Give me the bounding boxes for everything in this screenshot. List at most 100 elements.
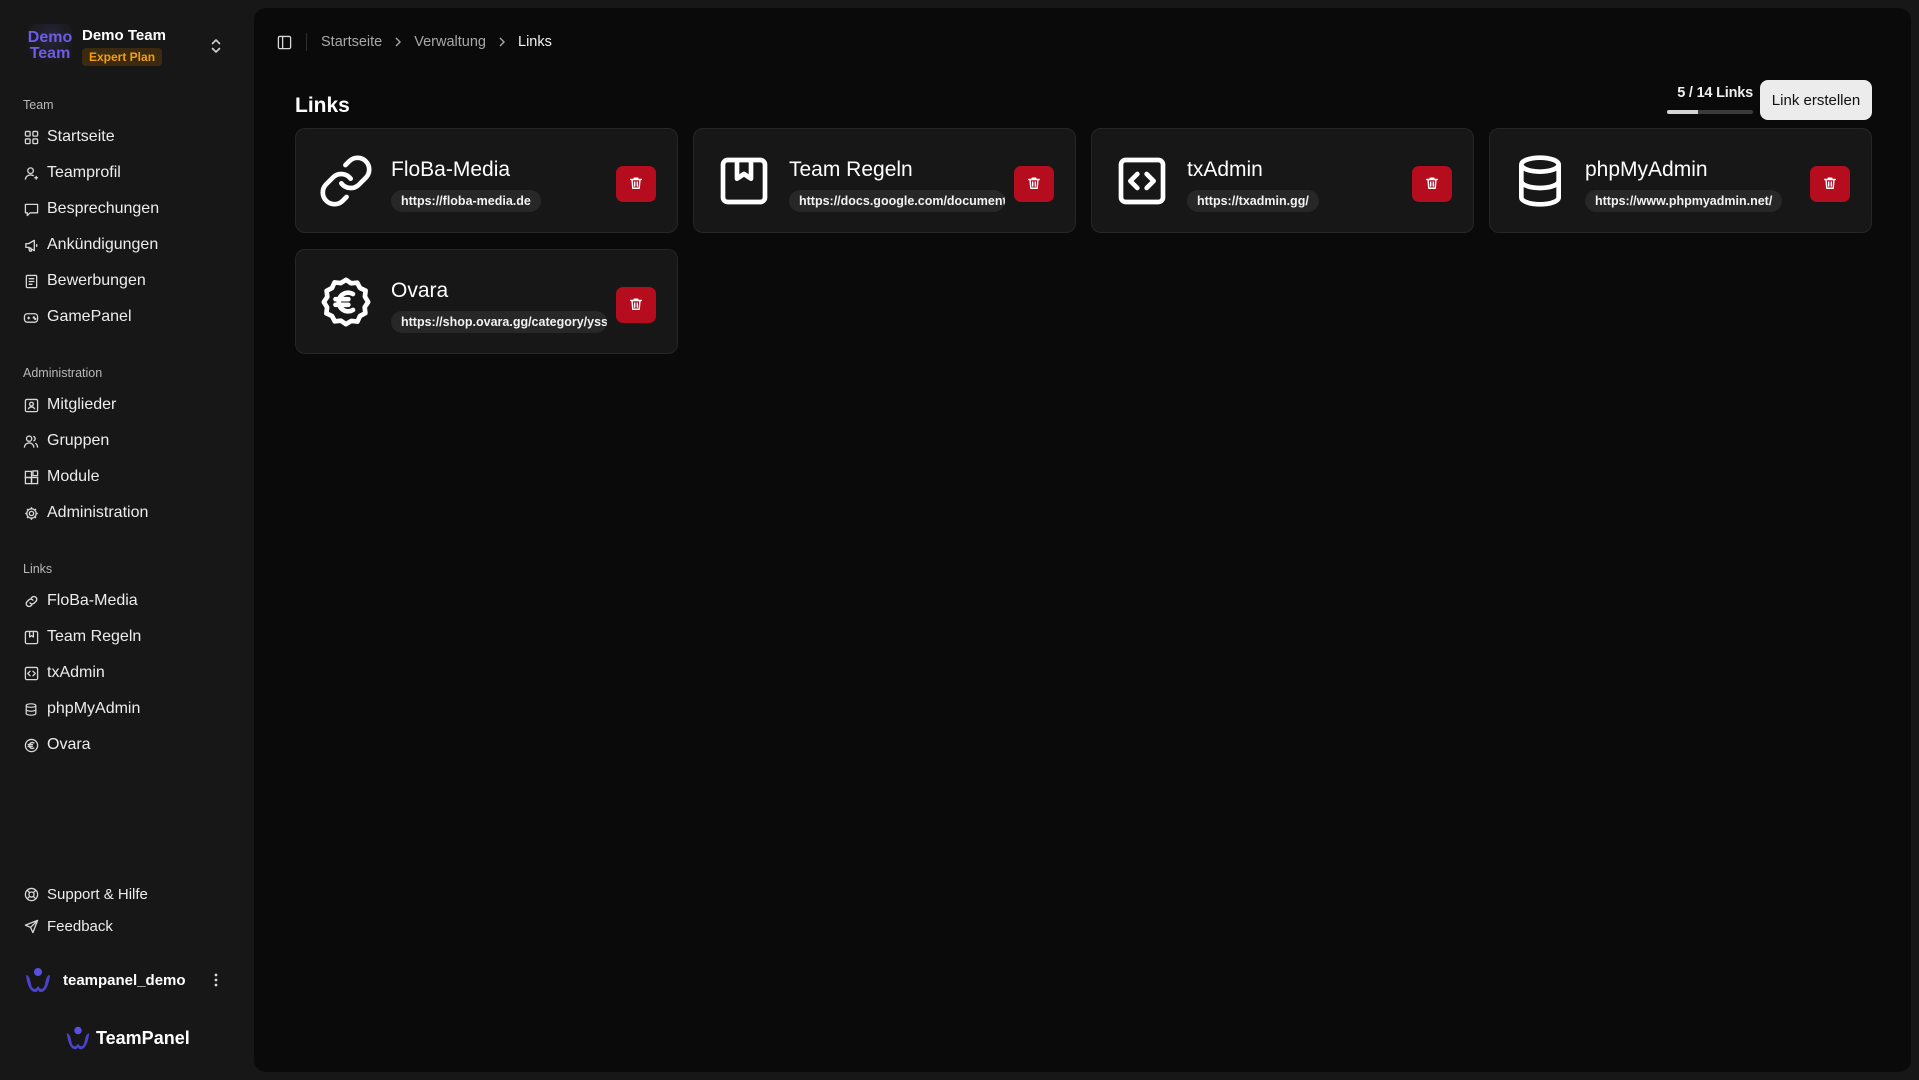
user-profile-icon (23, 165, 39, 181)
breadcrumb-verwaltung[interactable]: Verwaltung (414, 34, 486, 50)
delete-link-button[interactable] (1412, 166, 1452, 202)
message-square-icon (23, 201, 39, 217)
page-title: Links (295, 94, 350, 117)
sidebar-item-label: Teamprofil (47, 164, 121, 181)
delete-link-button[interactable] (616, 166, 656, 202)
trash-icon (629, 297, 643, 314)
sidebar-item-label: Ovara (47, 736, 91, 753)
link-usage: 5 / 14 Links (1667, 85, 1753, 114)
sidebar-item-label: Team Regeln (47, 628, 142, 645)
sidebar-item-ovara[interactable]: Ovara (14, 727, 240, 763)
team-logo-line2: Team (29, 45, 71, 62)
sidebar-item-txadmin[interactable]: txAdmin (14, 655, 240, 691)
trash-icon (1425, 176, 1439, 193)
sidebar-item-phpmyadmin[interactable]: phpMyAdmin (14, 691, 240, 727)
section-label-administration: Administration (23, 366, 103, 380)
sidebar-item-label: Mitglieder (47, 396, 117, 413)
chevron-right-icon (394, 37, 402, 47)
link-card-txadmin[interactable]: txAdmin https://txadmin.gg/ (1091, 128, 1474, 233)
sidebar-item-startseite[interactable]: Startseite (14, 119, 240, 155)
gear-icon (23, 505, 39, 521)
delete-link-button[interactable] (616, 287, 656, 323)
section-label-links: Links (23, 562, 53, 576)
breadcrumb: Startseite Verwaltung Links (321, 34, 552, 50)
euro-icon (23, 737, 39, 753)
brand-logo: TeamPanel (64, 1024, 190, 1052)
sidebar-item-label: FloBa-Media (47, 592, 138, 609)
chevrons-up-down-icon[interactable] (206, 36, 226, 56)
team-switcher[interactable]: Demo Team Demo Team Expert Plan (14, 16, 240, 76)
link-card-title: Team Regeln (789, 158, 913, 181)
sidebar-item-label: Gruppen (47, 432, 110, 449)
section-label-team: Team (23, 98, 54, 112)
link-icon (318, 153, 374, 209)
link-card-title: txAdmin (1187, 158, 1263, 181)
sidebar-item-label: Ankündigungen (47, 236, 159, 253)
chevron-right-icon (498, 37, 506, 47)
teampanel-logo-icon (66, 1026, 90, 1050)
team-logo: Demo Team (28, 24, 72, 68)
sidebar-toggle-icon[interactable] (272, 30, 296, 54)
avatar (23, 965, 53, 995)
blocks-icon (23, 469, 39, 485)
usage-progress-fill (1667, 110, 1698, 114)
link-card-title: phpMyAdmin (1585, 158, 1708, 181)
sidebar-item-label: Support & Hilfe (47, 885, 148, 903)
sidebar-item-feedback[interactable]: Feedback (14, 910, 240, 942)
sidebar-item-label: Feedback (47, 917, 113, 935)
team-name: Demo Team (82, 26, 166, 44)
code-icon (1114, 153, 1170, 209)
create-link-button[interactable]: Link erstellen (1760, 80, 1872, 120)
sidebar-item-label: Besprechungen (47, 200, 160, 217)
sidebar-item-module[interactable]: Module (14, 459, 240, 495)
brand-name: TeamPanel (96, 1027, 190, 1048)
sidebar-item-ankuendigungen[interactable]: Ankündigungen (14, 227, 240, 263)
database-icon (1512, 153, 1568, 209)
sidebar-item-gamepanel[interactable]: GamePanel (14, 299, 240, 335)
file-list-icon (23, 273, 39, 289)
sidebar-item-support[interactable]: Support & Hilfe (14, 878, 240, 910)
link-icon (23, 593, 39, 609)
link-card-url: https://docs.google.com/document (789, 190, 1005, 212)
breadcrumb-startseite[interactable]: Startseite (321, 34, 382, 50)
sidebar-item-label: txAdmin (47, 664, 105, 681)
sidebar-item-label: phpMyAdmin (47, 700, 141, 717)
sidebar-item-floba-media[interactable]: FloBa-Media (14, 583, 240, 619)
trash-icon (1823, 176, 1837, 193)
link-card-title: Ovara (391, 279, 449, 302)
nav-links: FloBa-Media Team Regeln txAdmin phpMyAdm… (14, 583, 240, 763)
link-card-phpmyadmin[interactable]: phpMyAdmin https://www.phpmyadmin.net/ (1489, 128, 1872, 233)
delete-link-button[interactable] (1014, 166, 1054, 202)
sidebar-item-label: Startseite (47, 128, 115, 145)
more-vertical-icon[interactable] (206, 970, 226, 990)
link-card-floba-media[interactable]: FloBa-Media https://floba-media.de (295, 128, 678, 233)
link-card-url: https://txadmin.gg/ (1187, 190, 1319, 212)
sidebar-item-team-regeln[interactable]: Team Regeln (14, 619, 240, 655)
trash-icon (1027, 176, 1041, 193)
users-icon (23, 433, 39, 449)
usage-count: 5 / 14 Links (1677, 85, 1753, 101)
user-name: teampanel_demo (63, 971, 186, 989)
gamepad-icon (23, 309, 39, 325)
plan-badge: Expert Plan (82, 47, 163, 66)
link-card-ovara[interactable]: Ovara https://shop.ovara.gg/category/yss (295, 249, 678, 354)
delete-link-button[interactable] (1810, 166, 1850, 202)
sidebar-item-administration[interactable]: Administration (14, 495, 240, 531)
link-card-team-regeln[interactable]: Team Regeln https://docs.google.com/docu… (693, 128, 1076, 233)
euro-icon (318, 274, 374, 330)
sidebar-item-teamprofil[interactable]: Teamprofil (14, 155, 240, 191)
sidebar-item-bewerbungen[interactable]: Bewerbungen (14, 263, 240, 299)
send-icon (23, 918, 39, 934)
link-card-url: https://shop.ovara.gg/category/yss (391, 311, 607, 333)
bookmark-icon (716, 153, 772, 209)
nav-footer: Support & Hilfe Feedback (14, 878, 240, 942)
sidebar-item-gruppen[interactable]: Gruppen (14, 423, 240, 459)
user-account-row[interactable]: teampanel_demo (14, 960, 240, 1000)
sidebar-item-mitglieder[interactable]: Mitglieder (14, 387, 240, 423)
divider (306, 33, 307, 51)
sidebar-item-besprechungen[interactable]: Besprechungen (14, 191, 240, 227)
layout-grid-icon (23, 129, 39, 145)
breadcrumb-links: Links (518, 34, 552, 50)
sidebar-item-label: Administration (47, 504, 149, 521)
top-bar: Startseite Verwaltung Links (272, 30, 552, 54)
